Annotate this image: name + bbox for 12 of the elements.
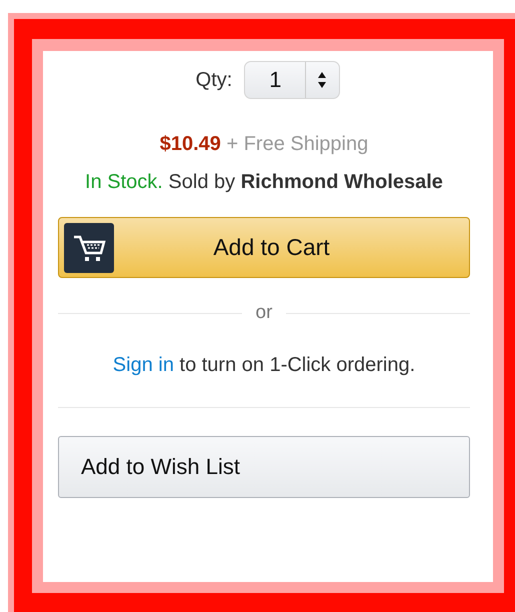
stock-status: In Stock. — [85, 171, 163, 193]
spinner-arrows-icon — [317, 71, 328, 89]
seller-info: Sold by Richmond Wholesale — [167, 171, 443, 193]
price: $10.49 — [160, 133, 221, 155]
one-click-text: Sign in to turn on 1-Click ordering. — [112, 353, 416, 378]
add-to-wish-list-button[interactable]: Add to Wish List — [58, 436, 470, 498]
add-to-cart-button[interactable]: Add to Cart — [58, 217, 470, 278]
or-label: or — [256, 302, 272, 324]
quantity-label: Qty: — [196, 68, 232, 92]
sign-in-link[interactable]: Sign in — [112, 354, 174, 376]
shipping-info: + Free Shipping — [225, 133, 368, 155]
quantity-select[interactable]: 1 — [244, 61, 340, 99]
